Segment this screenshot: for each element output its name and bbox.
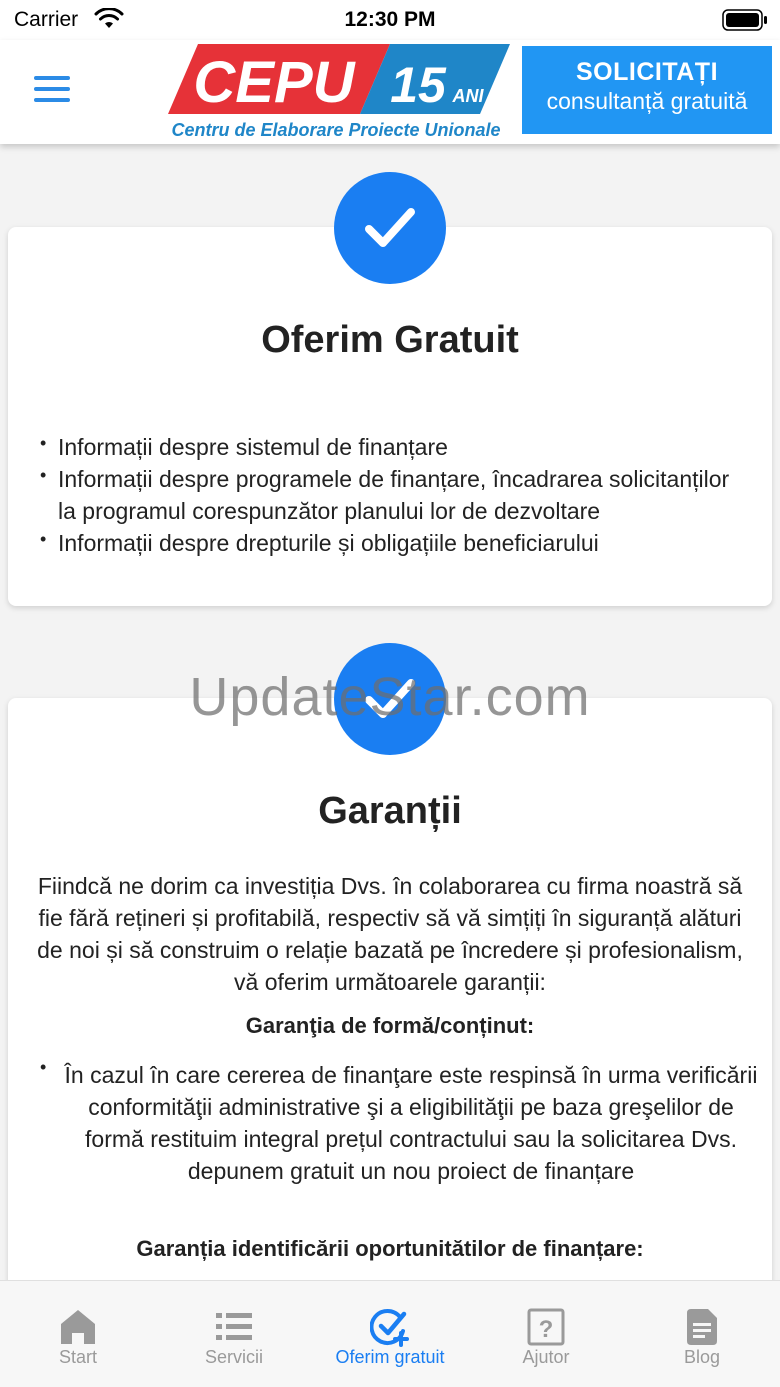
check-plus-icon bbox=[370, 1309, 409, 1347]
hamburger-menu-icon[interactable] bbox=[34, 76, 70, 104]
logo-tagline: Centru de Elaborare Proiecte Unionale bbox=[171, 120, 500, 140]
cta-line1: SOLICITAȚI bbox=[575, 58, 719, 86]
list-item: • În cazul în care cererea de finanţare … bbox=[40, 1057, 758, 1187]
logo-number-text: 15 bbox=[390, 57, 447, 113]
status-bar: Carrier 12:30 PM bbox=[0, 0, 780, 40]
tab-label: Blog bbox=[683, 1347, 721, 1367]
tab-label: Servicii bbox=[204, 1347, 263, 1367]
guarantees-intro: Fiindcă ne dorim ca investiția Dvs. în c… bbox=[37, 873, 743, 995]
tab-ajutor[interactable]: ? Ajutor bbox=[468, 1281, 624, 1387]
status-time: 12:30 PM bbox=[344, 8, 436, 31]
logo-ani-text: ANI bbox=[452, 86, 485, 106]
tab-oferim-gratuit[interactable]: Oferim gratuit bbox=[312, 1281, 468, 1387]
home-icon bbox=[61, 1310, 95, 1344]
check-badge-icon bbox=[334, 172, 446, 284]
form-guarantee-heading: Garanţia de formă/conținut: bbox=[245, 1013, 535, 1038]
request-consultation-button[interactable]: SOLICITAȚI consultanță gratuită bbox=[522, 46, 772, 134]
help-icon: ? bbox=[527, 1308, 565, 1346]
logo-brand-text: CEPU bbox=[193, 50, 356, 115]
offer-list: Informații despre sistemul de finanțare … bbox=[40, 427, 740, 559]
list-icon bbox=[216, 1313, 252, 1340]
guarantees-title: Garanții bbox=[318, 790, 462, 832]
list-item: Informații despre programele de finanțar… bbox=[40, 459, 740, 527]
tab-blog[interactable]: Blog bbox=[624, 1281, 780, 1387]
battery-icon bbox=[722, 9, 767, 31]
list-item: Informații despre sistemul de finanțare bbox=[40, 427, 740, 463]
bottom-tab-bar: Start Servicii Oferim gratuit ? Ajutor B… bbox=[0, 1280, 780, 1387]
document-icon bbox=[687, 1309, 717, 1345]
offer-title: Oferim Gratuit bbox=[261, 319, 519, 361]
tab-servicii[interactable]: Servicii bbox=[156, 1281, 312, 1387]
svg-text:?: ? bbox=[539, 1316, 554, 1343]
tab-label: Start bbox=[58, 1347, 97, 1367]
opportunities-guarantee-heading: Garanția identificării oportunitătilor d… bbox=[136, 1236, 644, 1261]
bullet: • bbox=[40, 1057, 47, 1077]
tab-label: Ajutor bbox=[522, 1347, 570, 1367]
cta-line2: consultanță gratuită bbox=[546, 88, 748, 114]
guarantees-card: Garanții Fiindcă ne dorim ca investiția … bbox=[8, 698, 772, 1298]
list-item: Informații despre drepturile și obligați… bbox=[40, 523, 740, 559]
watermark: UpdateStar.com bbox=[189, 667, 591, 727]
form-guarantee-text: În cazul în care cererea de finanţare es… bbox=[64, 1062, 758, 1184]
tab-label: Oferim gratuit bbox=[335, 1347, 445, 1367]
tab-start[interactable]: Start bbox=[0, 1281, 156, 1387]
cepu-logo[interactable]: CEPU 15 ANI Centru de Elaborare Proiecte… bbox=[168, 42, 512, 140]
app-header: CEPU 15 ANI Centru de Elaborare Proiecte… bbox=[0, 40, 780, 144]
